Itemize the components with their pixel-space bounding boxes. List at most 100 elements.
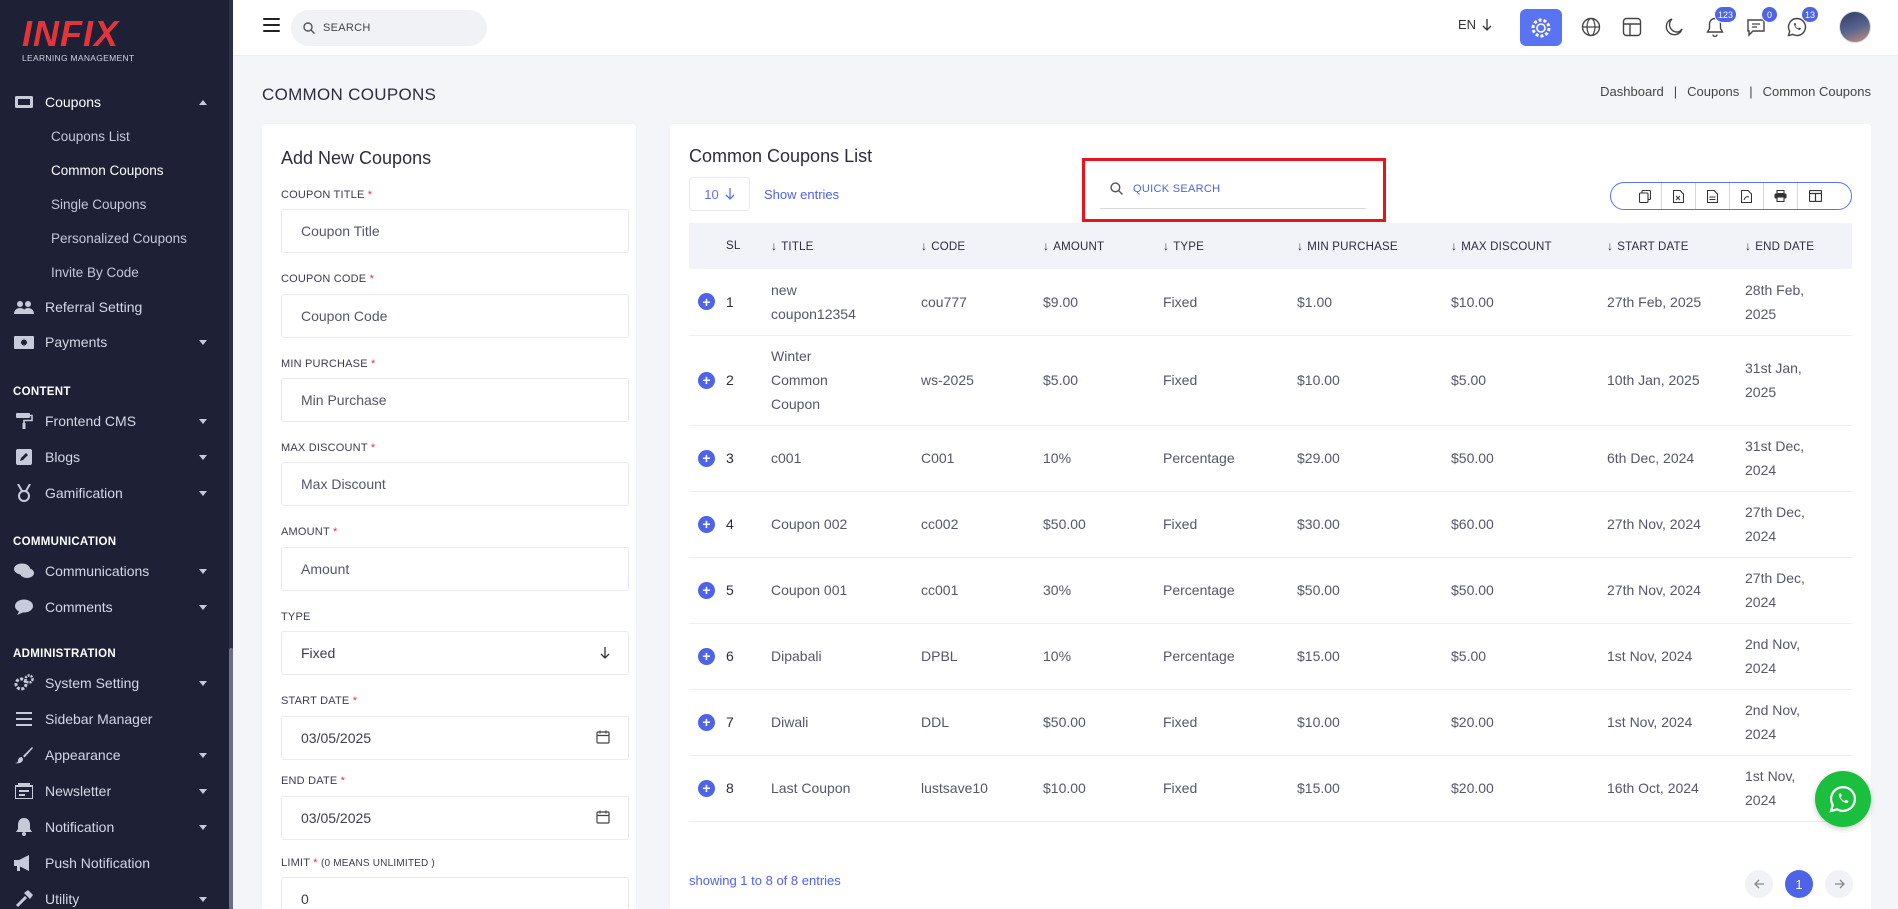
- cell-type: Fixed: [1163, 335, 1297, 426]
- column-header-type[interactable]: ↓ TYPE: [1163, 223, 1297, 269]
- menu-toggle-icon[interactable]: [263, 18, 280, 32]
- layout-icon: [1622, 17, 1642, 37]
- expand-row-button[interactable]: +: [698, 779, 715, 797]
- sidebar-item-push-notification[interactable]: Push Notification: [0, 848, 229, 878]
- table-row: +2 Winter Common Coupon ws-2025 $5.00 Fixed $…: [689, 335, 1852, 426]
- global-search[interactable]: [291, 10, 487, 46]
- quick-search-input[interactable]: [1133, 182, 1333, 195]
- column-header-end-date[interactable]: ↓ END DATE: [1745, 223, 1852, 269]
- breadcrumb-common-coupons[interactable]: Common Coupons: [1763, 84, 1871, 99]
- user-avatar[interactable]: [1839, 11, 1871, 43]
- dark-mode-toggle[interactable]: [1659, 12, 1689, 42]
- column-header-title[interactable]: ↓ TITLE: [771, 223, 921, 269]
- excel-export-button[interactable]: [1662, 183, 1696, 209]
- sidebar-item-referral-setting[interactable]: Referral Setting: [0, 292, 229, 322]
- max-discount-input[interactable]: [301, 476, 581, 492]
- sidebar-scrollbar-thumb[interactable]: [229, 648, 233, 909]
- expand-row-button[interactable]: +: [698, 371, 715, 389]
- breadcrumb-coupons[interactable]: Coupons: [1687, 84, 1739, 99]
- column-header-amount[interactable]: ↓ AMOUNT: [1043, 223, 1163, 269]
- breadcrumb-dashboard[interactable]: Dashboard: [1600, 84, 1664, 99]
- column-header-min-purchase[interactable]: ↓ MIN PURCHASE: [1297, 223, 1451, 269]
- calendar-icon[interactable]: [596, 810, 610, 824]
- whatsapp-top-button[interactable]: 13: [1782, 6, 1819, 42]
- coupon-code-field[interactable]: [281, 294, 629, 338]
- expand-cell: +: [689, 755, 726, 822]
- csv-export-button[interactable]: [1696, 183, 1730, 209]
- column-header-start-date[interactable]: ↓ START DATE: [1607, 223, 1745, 269]
- column-header-sl[interactable]: SL: [726, 223, 771, 269]
- cell-type: Percentage: [1163, 425, 1297, 492]
- sidebar-item-blogs[interactable]: Blogs: [0, 442, 229, 472]
- calendar-icon[interactable]: [596, 730, 610, 744]
- amount-field[interactable]: [281, 547, 629, 591]
- copy-button[interactable]: [1628, 183, 1662, 209]
- quick-search[interactable]: [1100, 169, 1366, 209]
- coupon-code-input[interactable]: [301, 308, 581, 324]
- min-purchase-field[interactable]: [281, 378, 629, 422]
- sidebar-item-gamification[interactable]: Gamification: [0, 478, 229, 508]
- app-logo[interactable]: INFIX LEARNING MANAGEMENT: [22, 16, 172, 66]
- sidebar-item-notification[interactable]: Notification: [0, 812, 229, 842]
- expand-row-button[interactable]: +: [698, 581, 715, 599]
- notifications-button[interactable]: 123: [1700, 6, 1737, 42]
- expand-row-button[interactable]: +: [698, 449, 715, 467]
- pagination-prev-button[interactable]: [1745, 870, 1773, 898]
- start-date-label: START DATE *: [281, 695, 358, 707]
- website-button[interactable]: [1576, 12, 1606, 42]
- sidebar-subitem-invite-by-code[interactable]: Invite By Code: [51, 265, 139, 280]
- sidebar-item-appearance[interactable]: Appearance: [0, 740, 229, 770]
- sidebar-item-payments[interactable]: Payments: [0, 327, 229, 357]
- amount-label: AMOUNT *: [281, 526, 338, 538]
- cell-amount: $50.00: [1043, 689, 1163, 756]
- comment-icon: [13, 598, 35, 616]
- cell-min: $15.00: [1297, 755, 1451, 822]
- sidebar-item-coupons[interactable]: Coupons: [0, 87, 229, 117]
- gear-icon: [1531, 18, 1551, 37]
- type-select[interactable]: Fixed: [281, 631, 629, 675]
- coupon-title-input[interactable]: [301, 223, 581, 239]
- pagination-page-button[interactable]: 1: [1785, 870, 1813, 898]
- columns-button[interactable]: [1798, 183, 1832, 209]
- global-search-input[interactable]: [323, 22, 473, 34]
- sidebar-subitem-coupons-list[interactable]: Coupons List: [51, 129, 130, 144]
- messages-button[interactable]: 0: [1741, 6, 1778, 42]
- end-date-field[interactable]: 03/05/2025: [281, 796, 629, 840]
- page-size-value: 10: [704, 186, 719, 202]
- sidebar-subitem-single-coupons[interactable]: Single Coupons: [51, 197, 146, 212]
- sort-icon: ↓: [1451, 239, 1458, 253]
- expand-row-button[interactable]: +: [698, 293, 715, 311]
- sidebar-item-comments[interactable]: Comments: [0, 592, 229, 622]
- pagination-next-button[interactable]: [1825, 870, 1853, 898]
- max-discount-field[interactable]: [281, 462, 629, 506]
- expand-row-button[interactable]: +: [698, 515, 715, 533]
- print-button[interactable]: [1764, 183, 1798, 209]
- min-purchase-input[interactable]: [301, 392, 581, 408]
- whatsapp-chat-button[interactable]: [1815, 771, 1871, 827]
- sidebar-subitem-common-coupons[interactable]: Common Coupons: [51, 163, 164, 178]
- sidebar-subitem-personalized-coupons[interactable]: Personalized Coupons: [51, 231, 187, 246]
- column-header-max-discount[interactable]: ↓ MAX DISCOUNT: [1451, 223, 1607, 269]
- hammer-icon: [13, 890, 35, 908]
- cell-title: new coupon12354: [771, 269, 921, 336]
- expand-row-button[interactable]: +: [698, 647, 715, 665]
- sidebar-item-utility[interactable]: Utility: [0, 884, 229, 909]
- language-selector[interactable]: EN: [1458, 17, 1492, 32]
- column-header-code[interactable]: ↓ CODE: [921, 223, 1043, 269]
- expand-row-button[interactable]: +: [698, 713, 715, 731]
- sidebar-item-newsletter[interactable]: Newsletter: [0, 776, 229, 806]
- sidebar-item-system-setting[interactable]: System Setting: [0, 668, 229, 698]
- settings-button[interactable]: [1520, 9, 1562, 46]
- sidebar-item-frontend-cms[interactable]: Frontend CMS: [0, 406, 229, 436]
- amount-input[interactable]: [301, 561, 581, 577]
- medal-icon: [13, 484, 35, 502]
- pdf-export-button[interactable]: [1730, 183, 1764, 209]
- coupon-title-field[interactable]: [281, 209, 629, 253]
- page-size-select[interactable]: 10: [689, 177, 750, 211]
- sidebar-item-communications[interactable]: Communications: [0, 556, 229, 586]
- sidebar-scrollbar[interactable]: [229, 0, 233, 909]
- layout-button[interactable]: [1617, 12, 1647, 42]
- start-date-field[interactable]: 03/05/2025: [281, 716, 629, 760]
- sidebar-item-sidebar-manager[interactable]: Sidebar Manager: [0, 704, 229, 734]
- limit-field[interactable]: 0: [281, 877, 629, 909]
